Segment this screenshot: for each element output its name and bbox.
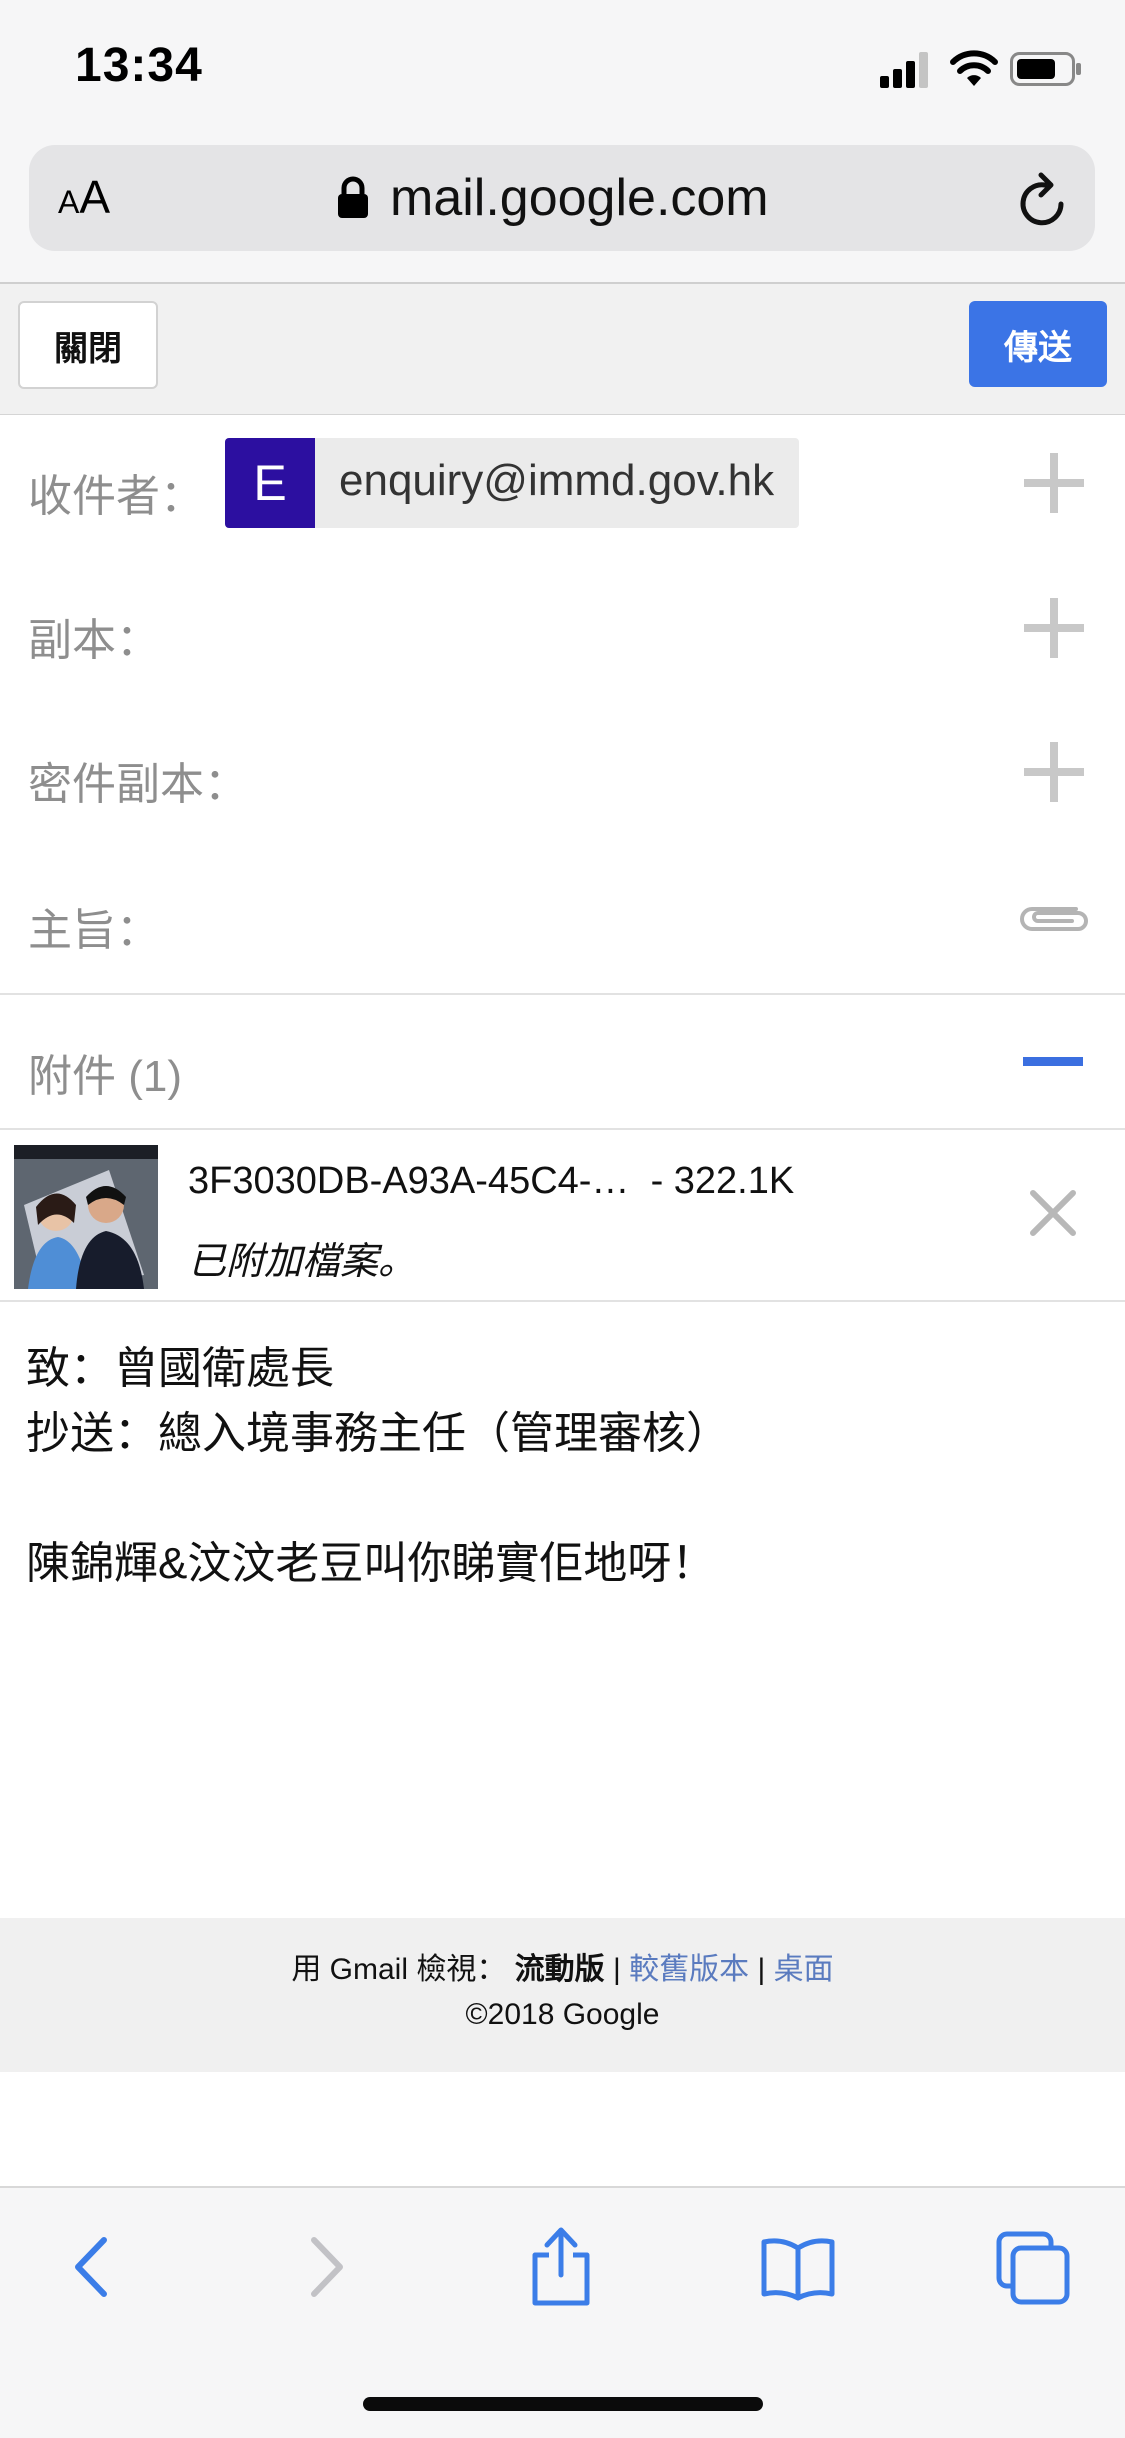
attachment-name: 3F3030DB-A93A-45C4-… - 322.1K (188, 1160, 795, 1202)
reload-icon[interactable] (1015, 170, 1071, 230)
forward-icon[interactable] (290, 2232, 360, 2302)
plus-icon[interactable] (1024, 742, 1084, 802)
body-line: 陳錦輝&汶汶老豆叫你睇實佢地呀！ (26, 1539, 716, 1588)
recipient-avatar: E (225, 438, 315, 528)
plus-icon[interactable] (1024, 598, 1084, 658)
body-line (26, 1466, 730, 1531)
photo-thumbnail-image (14, 1145, 158, 1289)
subject-label: 主旨： (28, 906, 160, 955)
back-icon[interactable] (58, 2232, 128, 2302)
recipient-email: enquiry@immd.gov.hk (339, 456, 775, 505)
recipient-chip[interactable]: E enquiry@immd.gov.hk (225, 438, 799, 528)
attachment-row (0, 1130, 1125, 1302)
close-button[interactable]: 關閉 (18, 301, 158, 389)
status-time: 13:34 (75, 39, 203, 92)
body-line: 抄送：總入境事務主任（管理審核） (26, 1409, 730, 1458)
email-body[interactable]: 致：曾國衛處長抄送：總入境事務主任（管理審核） 陳錦輝&汶汶老豆叫你睇實佢地呀！ (26, 1336, 730, 1596)
subject-field[interactable] (0, 847, 1125, 995)
paperclip-icon[interactable] (1016, 897, 1090, 937)
attachment-status: 已附加檔案。 (188, 1241, 417, 1283)
bcc-label: 密件副本： (28, 760, 248, 809)
wifi-icon (950, 50, 998, 86)
mobile-view-label: 流動版 (514, 1953, 605, 1986)
battery-icon (1010, 52, 1081, 86)
older-version-link[interactable]: 較舊版本 (629, 1953, 749, 1986)
gmail-footer (0, 1918, 1125, 2072)
bookmarks-icon[interactable] (760, 2236, 836, 2302)
signal-icon (880, 52, 928, 88)
desktop-link[interactable]: 桌面 (774, 1953, 834, 1986)
url-text[interactable]: mail.google.com (390, 168, 769, 228)
share-icon[interactable] (525, 2225, 597, 2307)
plus-icon[interactable] (1024, 453, 1084, 513)
attachment-thumbnail[interactable] (14, 1145, 158, 1289)
text-size-button[interactable]: AA (58, 170, 110, 224)
cc-field[interactable] (0, 559, 1125, 705)
copyright: ©2018 Google (465, 1998, 660, 2031)
close-x-icon[interactable] (1025, 1185, 1081, 1241)
cc-label: 副本： (28, 616, 160, 665)
tabs-icon[interactable] (995, 2230, 1071, 2306)
to-label: 收件者： (28, 472, 204, 521)
view-options: 用 Gmail 檢視： 流動版 | 較舊版本 | 桌面 (291, 1953, 834, 1986)
home-indicator[interactable] (363, 2397, 763, 2411)
minus-icon[interactable] (1023, 1057, 1083, 1066)
body-line: 致：曾國衛處長 (26, 1344, 334, 1393)
attachments-label: 附件 (1) (28, 1052, 182, 1101)
send-button[interactable]: 傳送 (969, 301, 1107, 387)
compose-toolbar (0, 282, 1125, 417)
lock-icon (338, 176, 368, 218)
